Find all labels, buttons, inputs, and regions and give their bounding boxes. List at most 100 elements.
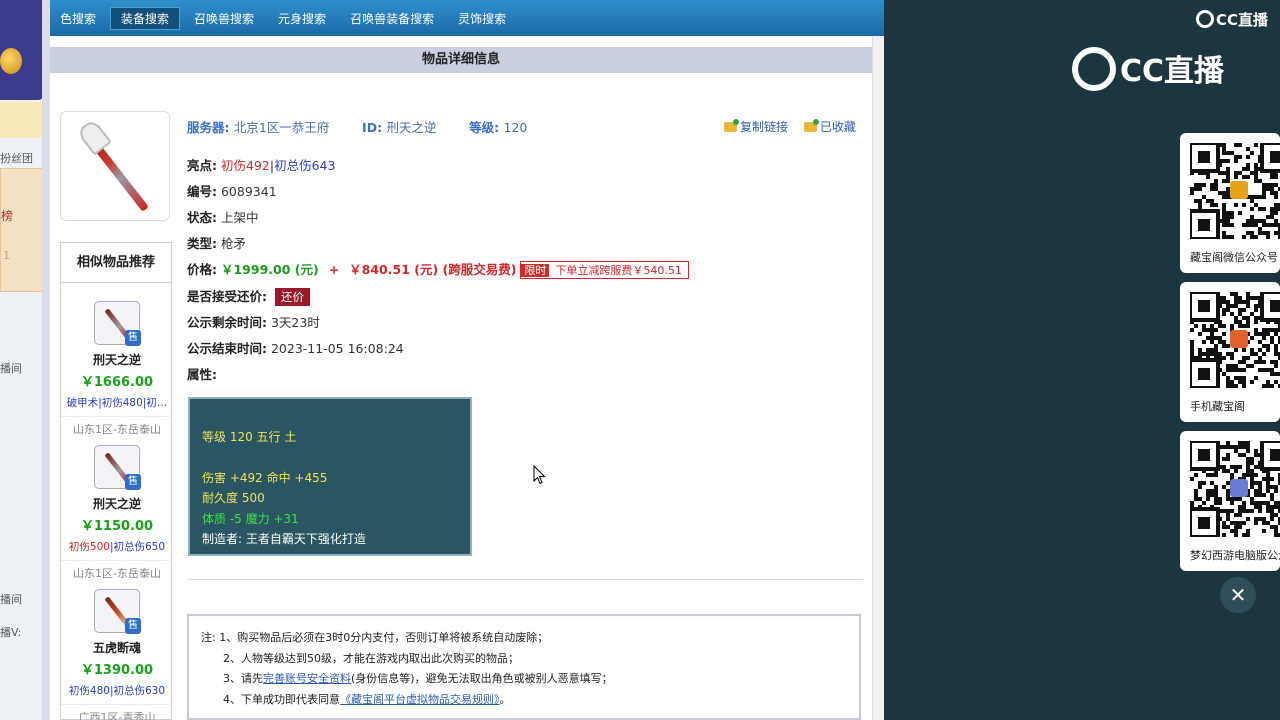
server-value: 北京1区一恭王府 (233, 120, 330, 135)
favorite-button[interactable]: 已收藏 (803, 119, 856, 134)
recommend-tags: 初伤500|初总伤650 (68, 541, 166, 553)
note-1: 注: 1、购买物品后必须在3时0分内支付，否则订单将被系统自动废除； (201, 631, 549, 644)
remain-row: 公示剩余时间: 3天23时 (187, 315, 320, 330)
blade-icon[interactable]: 售 (94, 589, 141, 634)
note-2: 2、人物等级达到50级，才能在游戏内取出此次购买的物品； (223, 651, 519, 665)
sale-badge: 售 (125, 618, 141, 634)
left-scrollbar[interactable] (42, 0, 50, 720)
bargain-button[interactable]: 还价 (274, 288, 310, 306)
cc-icon (1196, 10, 1214, 28)
left-rank-panel[interactable]: 榜 1 (0, 168, 48, 292)
qr-card-pc[interactable]: 梦幻西游电脑版公众 (1180, 431, 1280, 571)
status-value: 上架中 (220, 210, 259, 225)
left-label-room2: 播间 (0, 593, 22, 606)
serial-row: 编号: 6089341 (187, 184, 277, 199)
nav-pet-search[interactable]: 召唤兽搜索 (184, 8, 264, 29)
highlight-row: 亮点: 初伤492|初总伤643 (187, 158, 336, 173)
level-value: 120 (503, 120, 528, 135)
recommend-item[interactable]: 售 刑天之逆 ￥1666.00 破甲术|初伤480|初… 山东1区-东岳泰山 (61, 301, 173, 437)
recommend-server: 广西1区-青秀山 (61, 704, 173, 720)
item-header: 服务器: 北京1区一恭王府 ID: 刑天之逆 等级: 120 (187, 117, 527, 136)
folder-icon (724, 119, 739, 132)
type-value: 枪矛 (220, 236, 246, 251)
spear-icon[interactable]: 售 (94, 445, 141, 490)
nav-pet-equip-search[interactable]: 召唤兽装备搜索 (340, 8, 444, 29)
attr-row: 属性: (187, 367, 217, 382)
qr-label: 梦幻西游电脑版公众 (1190, 549, 1280, 562)
copy-link-button[interactable]: 复制链接 (724, 119, 788, 134)
serial-value: 6089341 (220, 184, 277, 199)
left-label-fans: 扮丝团 (0, 152, 33, 165)
item-image (60, 111, 170, 221)
security-info-link[interactable]: 完善账号安全资料 (263, 672, 351, 685)
nav-lingshi-search[interactable]: 灵饰搜索 (448, 8, 516, 29)
bargain-row: 是否接受还价: 还价 (187, 286, 310, 306)
qr-label: 手机藏宝阁 (1190, 400, 1245, 413)
id-value: 刑天之逆 (386, 120, 437, 135)
server-label: 服务器: (187, 120, 230, 135)
nav-equip-search[interactable]: 装备搜索 (110, 6, 181, 30)
price-row: 价格: ￥1999.00 (元) + ￥840.51 (元) (跨服交易费) 限… (187, 259, 689, 279)
recommend-tags: 初伤480|初总伤630 (68, 685, 166, 697)
folder-icon (803, 119, 819, 132)
price-fee: ￥840.51 (元) (跨服交易费) (349, 262, 517, 277)
highlight-1: 初伤492 (220, 158, 270, 173)
remain-value: 3天23时 (270, 315, 320, 330)
note-4: 4、下单成功即代表同意《藏宝阁平台虚拟物品交易规则》。 (223, 692, 511, 706)
close-button[interactable]: ✕ (1220, 577, 1256, 613)
qr-card-wechat[interactable]: 藏宝阁微信公众号 (1180, 133, 1280, 273)
main-scrollbar[interactable] (872, 36, 884, 720)
end-row: 公示结束时间: 2023-11-05 16:08:24 (187, 341, 404, 356)
trade-rules-link[interactable]: 《藏宝阁平台虚拟物品交易规则》 (340, 693, 500, 706)
cc-icon (1072, 47, 1116, 91)
recommend-price: ￥1666.00 (80, 375, 154, 390)
left-side-panel: 扮丝团 榜 1 播间 播间 播V: (0, 0, 50, 720)
left-label-room1: 播间 (0, 362, 22, 375)
gold-coin-icon (0, 48, 22, 74)
qr-card-mobile[interactable]: 手机藏宝阁 (1180, 282, 1280, 422)
cc-logo-small: CC直播 (1196, 9, 1268, 30)
recommend-name[interactable]: 刑天之逆 (61, 495, 173, 512)
qr-code-icon (1190, 292, 1280, 388)
divider (187, 579, 863, 580)
recommend-title: 相似物品推荐 (61, 243, 171, 283)
status-row: 状态: 上架中 (187, 210, 259, 225)
top-nav: 色搜索 装备搜索 召唤兽搜索 元身搜索 召唤兽装备搜索 灵饰搜索 (50, 0, 884, 36)
recommend-price: ￥1390.00 (80, 663, 154, 678)
recommend-server: 山东1区-东岳泰山 (61, 416, 173, 437)
level-label: 等级: (469, 120, 500, 135)
spear-icon[interactable]: 售 (94, 301, 141, 346)
browser-content: 色搜索 装备搜索 召唤兽搜索 元身搜索 召唤兽装备搜索 灵饰搜索 物品详细信息 … (50, 0, 884, 720)
recommend-item[interactable]: 售 刑天之逆 ￥1150.00 初伤500|初总伤650 山东1区-东岳泰山 (61, 445, 173, 581)
recommend-tags: 破甲术|初伤480|初… (66, 397, 168, 409)
recommend-price: ￥1150.00 (80, 519, 154, 534)
nav-yuanshen-search[interactable]: 元身搜索 (268, 8, 336, 29)
qr-label: 藏宝阁微信公众号 (1190, 251, 1278, 264)
recommend-name[interactable]: 刑天之逆 (61, 351, 173, 368)
recommend-server: 山东1区-东岳泰山 (61, 560, 173, 581)
attr-damage: 伤害 +492 命中 +455 (202, 470, 328, 485)
end-value: 2023-11-05 16:08:24 (270, 341, 404, 356)
note-3: 3、请先完善账号安全资料(身份信息等)，避免无法取出角色或被别人恶意填写； (223, 672, 613, 685)
notes-box: 注: 1、购买物品后必须在3时0分内支付，否则订单将被系统自动废除； 2、人物等… (187, 614, 861, 720)
section-title: 物品详细信息 (50, 47, 872, 73)
attr-stats: 体质 -5 魔力 +31 (202, 511, 299, 526)
attr-durability: 耐久度 500 (202, 491, 265, 505)
item-actions: 复制链接 已收藏 (724, 118, 868, 135)
qr-code-icon (1190, 143, 1280, 239)
sale-badge: 售 (125, 330, 141, 346)
cc-logo-big: CC直播 (1072, 46, 1224, 91)
left-label-num: 1 (3, 249, 10, 262)
sale-badge: 售 (125, 474, 141, 490)
type-row: 类型: 枪矛 (187, 236, 246, 251)
highlight-2: 初总伤643 (274, 158, 336, 173)
left-label-rank: 榜 (1, 209, 14, 223)
attr-level: 等级 120 五行 土 (202, 430, 297, 444)
price-main: ￥1999.00 (元) (220, 262, 319, 277)
recommend-name[interactable]: 五虎断魂 (61, 639, 173, 656)
attribute-box: 等级 120 五行 土 伤害 +492 命中 +455 耐久度 500 体质 -… (188, 397, 472, 556)
attr-maker: 制造者: 王者自霸天下强化打造 (202, 532, 366, 546)
nav-role-search[interactable]: 色搜索 (50, 8, 106, 29)
mouse-cursor-icon (533, 465, 546, 485)
recommend-item[interactable]: 售 五虎断魂 ￥1390.00 初伤480|初总伤630 广西1区-青秀山 (61, 589, 173, 720)
